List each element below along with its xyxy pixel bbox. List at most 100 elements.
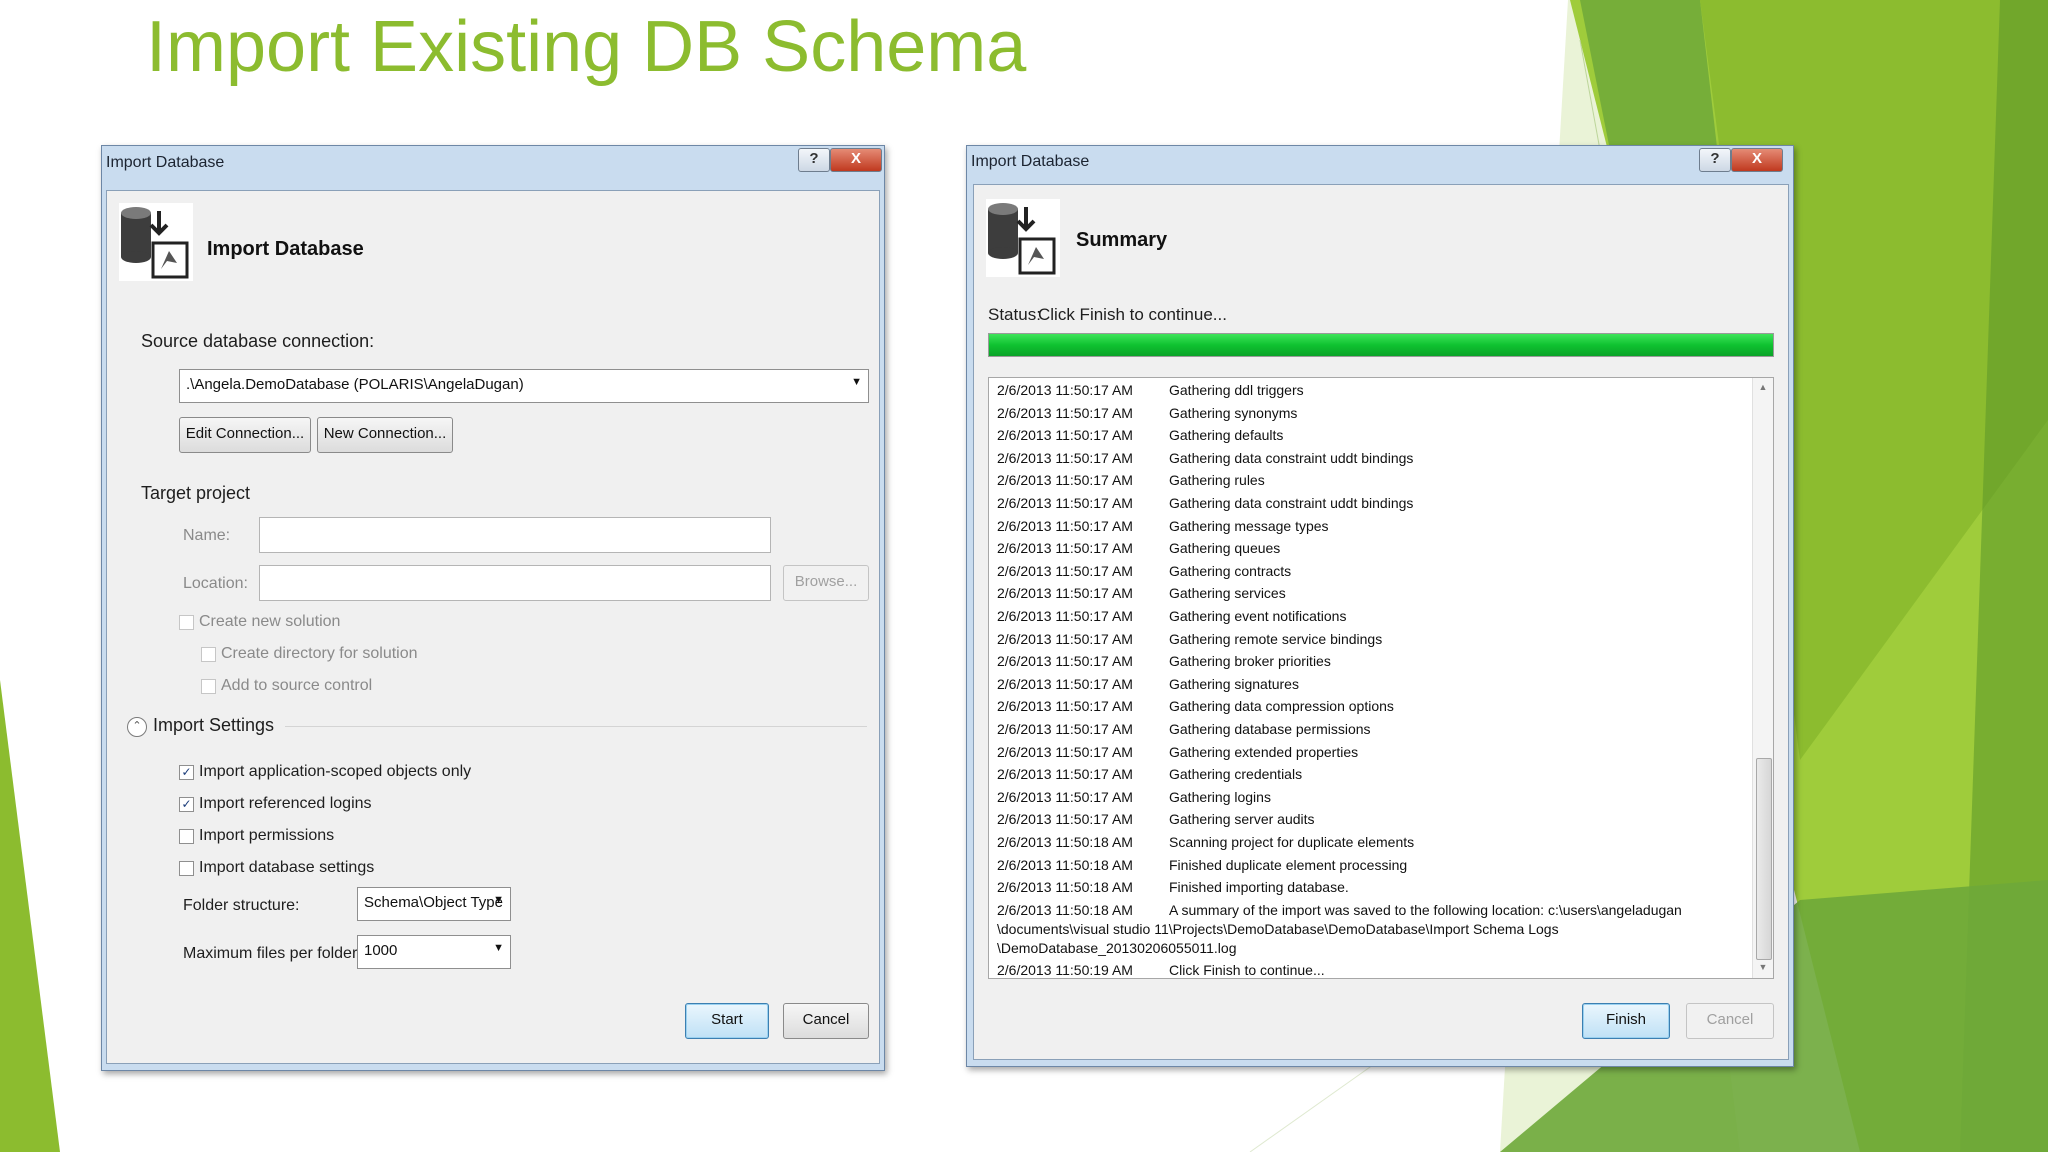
log-message: Gathering queues — [1169, 540, 1281, 557]
start-button[interactable]: Start — [685, 1003, 769, 1039]
log-message: Gathering synonyms — [1169, 404, 1298, 421]
scroll-thumb[interactable] — [1756, 758, 1772, 960]
log-timestamp: 2/6/2013 11:50:18 AM — [997, 856, 1133, 873]
log-timestamp: 2/6/2013 11:50:17 AM — [997, 721, 1133, 737]
log-message: A summary of the import was saved to the… — [1169, 901, 1682, 918]
cancel-button[interactable]: Cancel — [783, 1003, 869, 1039]
location-input[interactable] — [259, 565, 771, 601]
create-directory-label: Create directory for solution — [221, 645, 418, 662]
max-files-value: 1000 — [364, 942, 398, 959]
log-timestamp: 2/6/2013 11:50:17 AM — [997, 675, 1133, 692]
log-scrollbar[interactable]: ▲ ▼ — [1752, 378, 1773, 978]
log-message: Gathering credentials — [1169, 766, 1303, 783]
log-timestamp: 2/6/2013 11:50:17 AM — [997, 449, 1133, 466]
slide-title: Import Existing DB Schema — [146, 7, 1027, 87]
log-timestamp: 2/6/2013 11:50:17 AM — [997, 653, 1133, 670]
add-source-control-checkbox[interactable] — [201, 679, 216, 694]
create-new-solution-label: Create new solution — [199, 613, 341, 630]
scroll-up-icon[interactable]: ▲ — [1753, 382, 1773, 392]
log-timestamp: 2/6/2013 11:50:17 AM — [997, 427, 1133, 444]
log-list[interactable]: 2/6/2013 11:50:17 AM Gathering ddl trigge… — [988, 377, 1774, 979]
log-timestamp: 2/6/2013 11:50:17 AM — [997, 540, 1133, 557]
finish-button[interactable]: Finish — [1582, 1003, 1670, 1039]
scroll-down-icon[interactable]: ▼ — [1753, 962, 1773, 972]
help-button[interactable]: ? — [798, 148, 830, 172]
log-timestamp: 2/6/2013 11:50:18 AM — [997, 901, 1133, 918]
dialog-body: Summary Status: Click Finish to continue… — [973, 184, 1789, 1060]
collapse-icon[interactable]: ⌃ — [127, 717, 147, 737]
import-logins-checkbox[interactable]: ✓ — [179, 797, 194, 812]
log-message: Gathering data constraint uddt bindings — [1169, 495, 1414, 511]
dialog-header-title: Import Database — [207, 238, 364, 260]
log-message: Gathering data constraint uddt bindings — [1169, 449, 1414, 466]
source-connection-dropdown[interactable]: .\Angela.DemoDatabase (POLARIS\AngelaDug… — [179, 369, 869, 403]
import-permissions-checkbox[interactable] — [179, 829, 194, 844]
import-database-dialog: Import Database ? X Import Database Sour… — [101, 145, 885, 1071]
log-message: Gathering broker priorities — [1169, 653, 1331, 670]
source-connection-label: Source database connection: — [141, 331, 375, 351]
log-timestamp: 2/6/2013 11:50:17 AM — [997, 517, 1133, 534]
name-input[interactable] — [259, 517, 771, 553]
log-timestamp: 2/6/2013 11:50:18 AM — [997, 834, 1133, 850]
log-message: Gathering data compression options — [1169, 698, 1394, 715]
log-message: Gathering ddl triggers — [1169, 382, 1304, 398]
log-timestamp: 2/6/2013 11:50:17 AM — [997, 562, 1133, 579]
close-button[interactable]: X — [830, 148, 882, 172]
max-files-label: Maximum files per folder: — [183, 945, 362, 962]
chevron-down-icon: ▼ — [851, 376, 862, 388]
cancel-button[interactable]: Cancel — [1686, 1003, 1774, 1039]
add-source-control-label: Add to source control — [221, 677, 373, 694]
dialog-title: Import Database — [971, 153, 1090, 170]
create-directory-checkbox[interactable] — [201, 647, 216, 662]
log-continuation: \DemoDatabase_20130206055011.log — [997, 940, 1237, 957]
import-db-settings-checkbox[interactable] — [179, 861, 194, 876]
dialog-title: Import Database — [106, 154, 225, 171]
log-timestamp: 2/6/2013 11:50:17 AM — [997, 788, 1133, 805]
import-app-scoped-checkbox[interactable]: ✓ — [179, 765, 194, 780]
chevron-down-icon: ▼ — [493, 942, 504, 954]
log-message: Scanning project for duplicate elements — [1169, 834, 1415, 850]
progress-bar — [988, 333, 1774, 357]
log-message: Gathering signatures — [1169, 675, 1299, 692]
log-timestamp: 2/6/2013 11:50:17 AM — [997, 743, 1133, 760]
log-message: Click Finish to continue... — [1169, 962, 1325, 979]
new-connection-button[interactable]: New Connection... — [317, 417, 453, 453]
database-import-icon — [986, 199, 1060, 277]
log-timestamp: 2/6/2013 11:50:17 AM — [997, 404, 1133, 421]
log-message: Gathering event notifications — [1169, 608, 1347, 624]
help-button[interactable]: ? — [1699, 148, 1731, 172]
folder-structure-dropdown[interactable]: Schema\Object Type ▼ — [357, 887, 511, 921]
source-connection-value: .\Angela.DemoDatabase (POLARIS\AngelaDug… — [186, 376, 524, 393]
chevron-down-icon: ▼ — [493, 894, 504, 906]
log-message: Gathering rules — [1169, 472, 1265, 489]
log-message: Gathering contracts — [1169, 562, 1292, 579]
import-app-scoped-label: Import application-scoped objects only — [199, 763, 472, 780]
edit-connection-button[interactable]: Edit Connection... — [179, 417, 311, 453]
browse-button[interactable]: Browse... — [783, 565, 869, 601]
import-db-settings-label: Import database settings — [199, 859, 375, 876]
max-files-dropdown[interactable]: 1000 ▼ — [357, 935, 511, 969]
log-timestamp: 2/6/2013 11:50:17 AM — [997, 608, 1133, 624]
log-message: Gathering remote service bindings — [1169, 630, 1383, 647]
close-button[interactable]: X — [1731, 148, 1783, 172]
log-timestamp: 2/6/2013 11:50:18 AM — [997, 879, 1133, 896]
dialog-header-title: Summary — [1076, 229, 1168, 251]
log-timestamp: 2/6/2013 11:50:19 AM — [997, 962, 1133, 979]
log-message: Gathering server audits — [1169, 811, 1315, 828]
log-timestamp: 2/6/2013 11:50:17 AM — [997, 472, 1133, 489]
log-message: Gathering defaults — [1169, 427, 1284, 444]
log-message: Gathering logins — [1169, 788, 1271, 805]
summary-dialog: Import Database ? X Summary Status: Clic… — [966, 145, 1794, 1067]
log-continuation: \documents\visual studio 11\Projects\Dem… — [997, 921, 1559, 938]
import-logins-label: Import referenced logins — [199, 795, 372, 812]
status-value: Click Finish to continue... — [1038, 305, 1227, 324]
log-timestamp: 2/6/2013 11:50:17 AM — [997, 585, 1133, 602]
log-timestamp: 2/6/2013 11:50:17 AM — [997, 495, 1133, 511]
dialog-body: Import Database Source database connecti… — [106, 190, 880, 1064]
log-timestamp: 2/6/2013 11:50:17 AM — [997, 766, 1133, 783]
name-label: Name: — [183, 527, 231, 544]
section-divider — [285, 726, 867, 727]
create-new-solution-checkbox[interactable] — [179, 615, 194, 630]
database-import-icon — [119, 203, 193, 281]
import-settings-label: Import Settings — [153, 715, 275, 735]
